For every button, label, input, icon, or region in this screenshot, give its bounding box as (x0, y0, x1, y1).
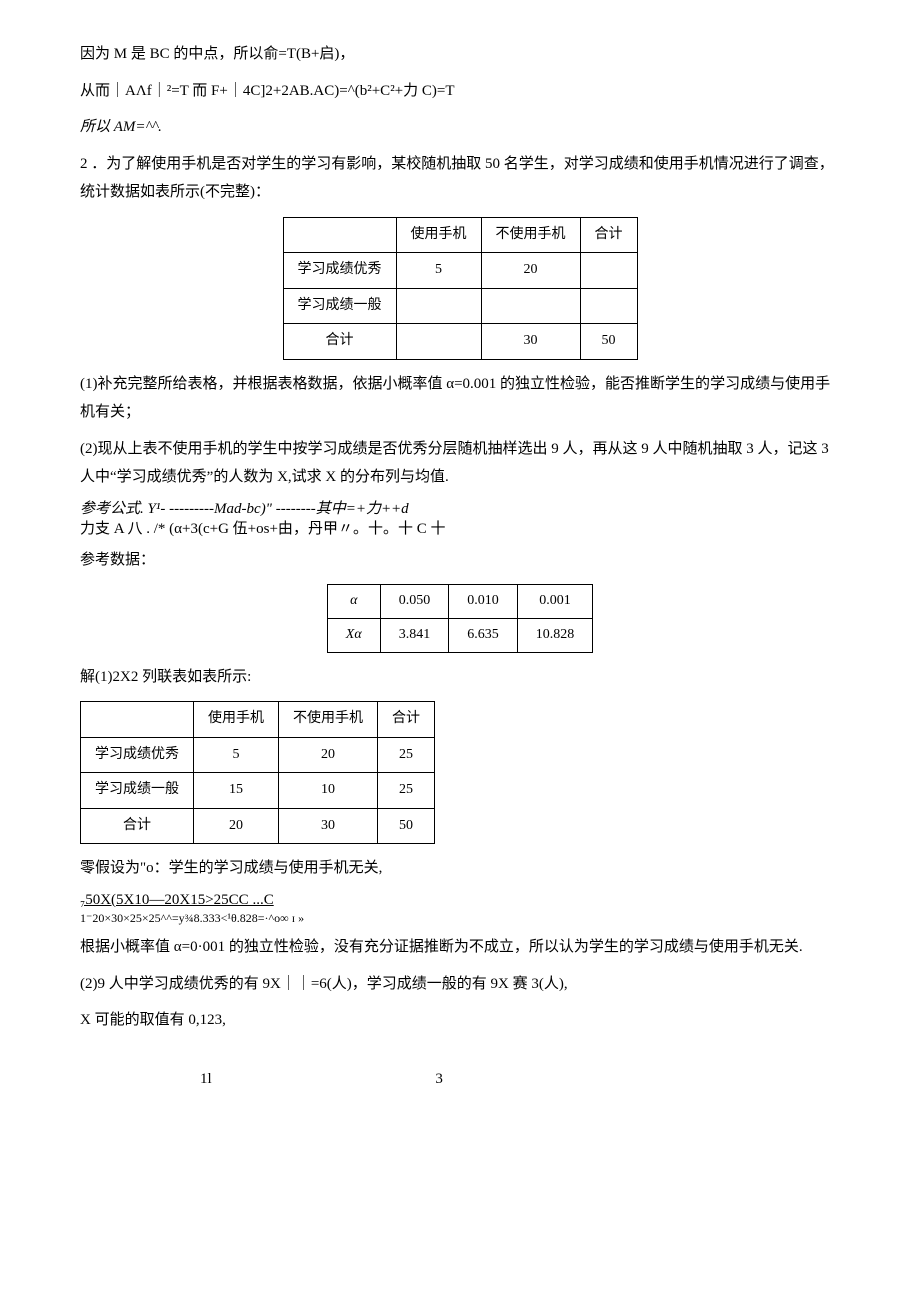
x-values: X 可能的取值有 0,123, (80, 1006, 840, 1035)
t1-r2-label: 学习成绩一般 (283, 288, 396, 324)
t2-r1-c3: 0.001 (517, 585, 593, 619)
footer-right: 3 (435, 1065, 443, 1094)
subquestion-1: (1)补充完整所给表格，并根据表格数据，依据小概率值 α=0.001 的独立性检… (80, 370, 840, 427)
footer-left: 1l (200, 1065, 212, 1094)
t2-r2-c3: 10.828 (517, 618, 593, 652)
t3-r1-c2: 20 (279, 737, 378, 773)
t1-r2-c1 (396, 288, 481, 324)
part-2-counts: (2)9 人中学习成绩优秀的有 9X｜｜=6(人)，学习成绩一般的有 9X 赛 … (80, 970, 840, 999)
t3-r2-c1: 15 (194, 773, 279, 809)
t3-r2-c2: 10 (279, 773, 378, 809)
t2-r1-c2: 0.010 (449, 585, 518, 619)
t3-h-blank (81, 702, 194, 738)
paragraph-mid-bc: 因为 M 是 BC 的中点，所以俞=T(B+启)， (80, 40, 840, 69)
solution-1-label: 解(1)2X2 列联表如表所示: (80, 663, 840, 692)
t3-r3-c2: 30 (279, 808, 378, 844)
t1-r3-c2: 30 (481, 324, 580, 360)
t1-h-total: 合计 (580, 217, 637, 253)
paragraph-formula-1: 从而｜AΛf｜²=T 而 F+｜4C]2+2AΒ.AC)=^(b²+C²+力 C… (80, 77, 840, 106)
t1-h-nouse: 不使用手机 (481, 217, 580, 253)
t1-r1-c1: 5 (396, 253, 481, 289)
calc-line-2: 1⁻20×30×25×25^^=y¾8.333<¹θ.828=·^o∞ ɪ » (80, 911, 840, 925)
t1-r3-c1 (396, 324, 481, 360)
t2-r2-c2: 6.635 (449, 618, 518, 652)
t3-r2-c3: 25 (378, 773, 435, 809)
t3-r1-c3: 25 (378, 737, 435, 773)
t3-r3-c1: 20 (194, 808, 279, 844)
t3-h-nouse: 不使用手机 (279, 702, 378, 738)
t2-h-xalpha: Xα (327, 618, 380, 652)
t3-r1-label: 学习成绩优秀 (81, 737, 194, 773)
problem-2-stem: 2 ．为了解使用手机是否对学生的学习有影响，某校随机抽取 50 名学生，对学习成… (80, 150, 840, 207)
calc-line-1: ₇50X(5X10—20X15>25CC ...C (80, 891, 840, 909)
t2-h-alpha: α (327, 585, 380, 619)
null-hypothesis-text: 零假设为"o：学生的学习成绩与使用手机无关, (80, 854, 840, 883)
t2-r2-c1: 3.841 (380, 618, 449, 652)
subquestion-2: (2)现从上表不使用手机的学生中按学习成绩是否优秀分层随机抽样选出 9 人，再从… (80, 435, 840, 492)
t1-r1-label: 学习成绩优秀 (283, 253, 396, 289)
t3-r3-c3: 50 (378, 808, 435, 844)
t1-r3-label: 合计 (283, 324, 396, 360)
reference-formula-line-1: 参考公式. Y¹- ---------Mad-bc)" --------其中=+… (80, 500, 840, 518)
t3-h-total: 合计 (378, 702, 435, 738)
t1-r2-c3 (580, 288, 637, 324)
table-reference-alpha: α 0.050 0.010 0.001 Xα 3.841 6.635 10.82… (327, 584, 593, 652)
paragraph-am-result: 所以 AM=^^. (80, 113, 840, 142)
independence-conclusion: 根据小概率值 α=0·001 的独立性检验，没有充分证据推断为不成立，所以认为学… (80, 933, 840, 962)
t3-h-use: 使用手机 (194, 702, 279, 738)
calc-underlined: ₇50X(5X10—20X15>25CC ...C (80, 892, 274, 908)
table-full-contingency: 使用手机 不使用手机 合计 学习成绩优秀 5 20 25 学习成绩一般 15 1… (80, 701, 435, 844)
page-footer: 1l 3 (80, 1065, 840, 1094)
t1-h-use: 使用手机 (396, 217, 481, 253)
t3-r3-label: 合计 (81, 808, 194, 844)
t3-r2-label: 学习成绩一般 (81, 773, 194, 809)
t1-r3-c3: 50 (580, 324, 637, 360)
reference-data-label: 参考数据： (80, 546, 840, 575)
formula-text-1: 参考公式. Y¹- ---------Mad-bc)" --------其中=+… (80, 501, 409, 517)
reference-formula-line-2: 力支 A 八 . /* (α+3(c+G 伍+os+由，丹甲〃。十。十 C 十 (80, 520, 840, 538)
t1-h-blank (283, 217, 396, 253)
t1-r2-c2 (481, 288, 580, 324)
t3-r1-c1: 5 (194, 737, 279, 773)
t2-r1-c1: 0.050 (380, 585, 449, 619)
t1-r1-c3 (580, 253, 637, 289)
table-incomplete-contingency: 使用手机 不使用手机 合计 学习成绩优秀 5 20 学习成绩一般 合计 30 5… (283, 217, 638, 360)
t1-r1-c2: 20 (481, 253, 580, 289)
